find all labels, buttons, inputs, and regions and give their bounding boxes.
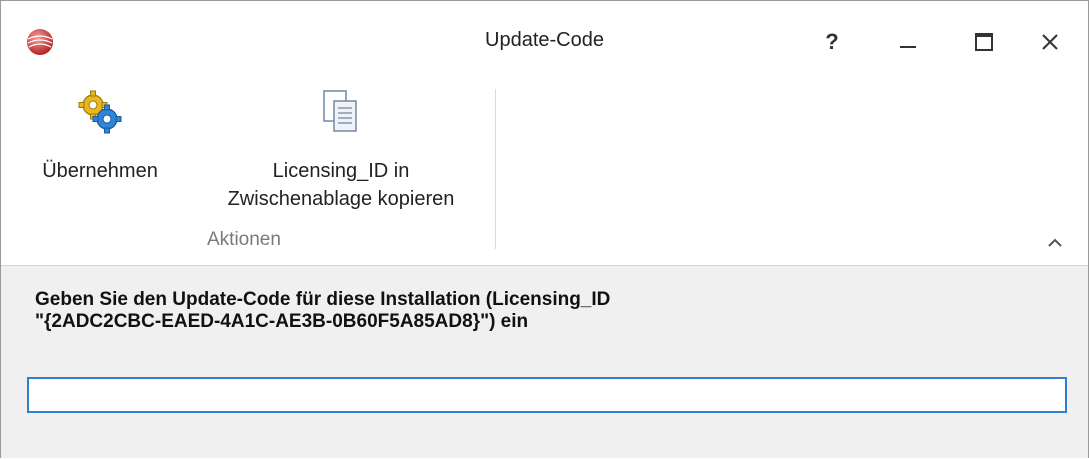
ribbon: Übernehmen Licensing_ID in Zwischenablag… <box>1 81 1088 266</box>
help-button[interactable]: ? <box>807 19 857 65</box>
maximize-button[interactable] <box>959 19 1009 65</box>
copy-licensing-id-button[interactable]: Licensing_ID in Zwischenablage kopieren <box>191 85 491 213</box>
chevron-up-icon[interactable] <box>1043 231 1067 255</box>
ribbon-group-label: Aktionen <box>207 229 281 250</box>
gears-icon <box>78 90 122 134</box>
prompt-line-2: "{2ADC2CBC-EAED-4A1C-AE3B-0B60F5A85AD8}"… <box>35 311 529 332</box>
minimize-button[interactable] <box>883 19 933 65</box>
maximize-icon <box>975 33 993 51</box>
copy-documents-icon <box>323 90 357 132</box>
update-code-dialog: Update-Code ? Übernehmen Licensing_ID in… <box>0 0 1089 458</box>
ribbon-group-separator <box>495 89 496 249</box>
close-button[interactable] <box>1025 19 1075 65</box>
help-icon: ? <box>825 29 839 54</box>
copy-label-line1: Licensing_ID in <box>272 160 410 182</box>
update-code-prompt: Geben Sie den Update-Code für diese Inst… <box>35 289 1035 333</box>
copy-label-line2: Zwischenablage kopieren <box>227 188 455 210</box>
close-icon <box>1042 34 1058 50</box>
content-area: Geben Sie den Update-Code für diese Inst… <box>1 266 1088 458</box>
update-code-input[interactable] <box>27 377 1067 413</box>
apply-button[interactable]: Übernehmen <box>15 85 185 185</box>
title-bar[interactable]: Update-Code ? <box>1 1 1088 81</box>
minimize-icon <box>900 46 916 48</box>
apply-label: Übernehmen <box>42 160 158 182</box>
prompt-line-1: Geben Sie den Update-Code für diese Inst… <box>35 289 611 310</box>
